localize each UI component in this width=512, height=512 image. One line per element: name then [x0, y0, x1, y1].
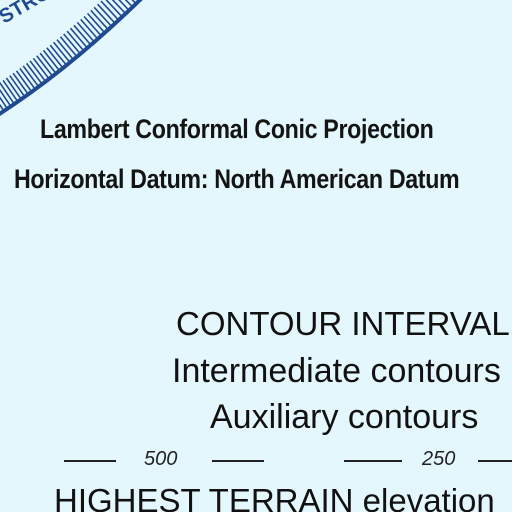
contour-interval-title: CONTOUR INTERVAL — [176, 305, 510, 342]
map-legend-panel: STRO Lambert Conformal Conic Projection … — [0, 0, 512, 512]
highest-terrain-suffix: elevation — [353, 482, 495, 512]
projection-label: Lambert Conformal Conic Projection — [40, 114, 434, 144]
intermediate-contours-label: Intermediate contours — [172, 352, 501, 390]
scale-dash — [64, 460, 116, 462]
scale-mark-500: 500 — [144, 448, 178, 470]
highest-terrain-line: HIGHEST TERRAIN elevation — [54, 482, 495, 512]
auxiliary-contours-label: Auxiliary contours — [210, 398, 479, 436]
scale-dash — [212, 460, 264, 462]
datum-label: Horizontal Datum: North American Datum — [14, 164, 460, 194]
scale-mark-250: 250 — [422, 448, 456, 470]
scale-dash — [344, 460, 402, 462]
highest-terrain-label: HIGHEST TERRAIN — [54, 482, 354, 512]
scale-dash — [478, 460, 512, 462]
boundary-label: STRO — [0, 0, 55, 28]
